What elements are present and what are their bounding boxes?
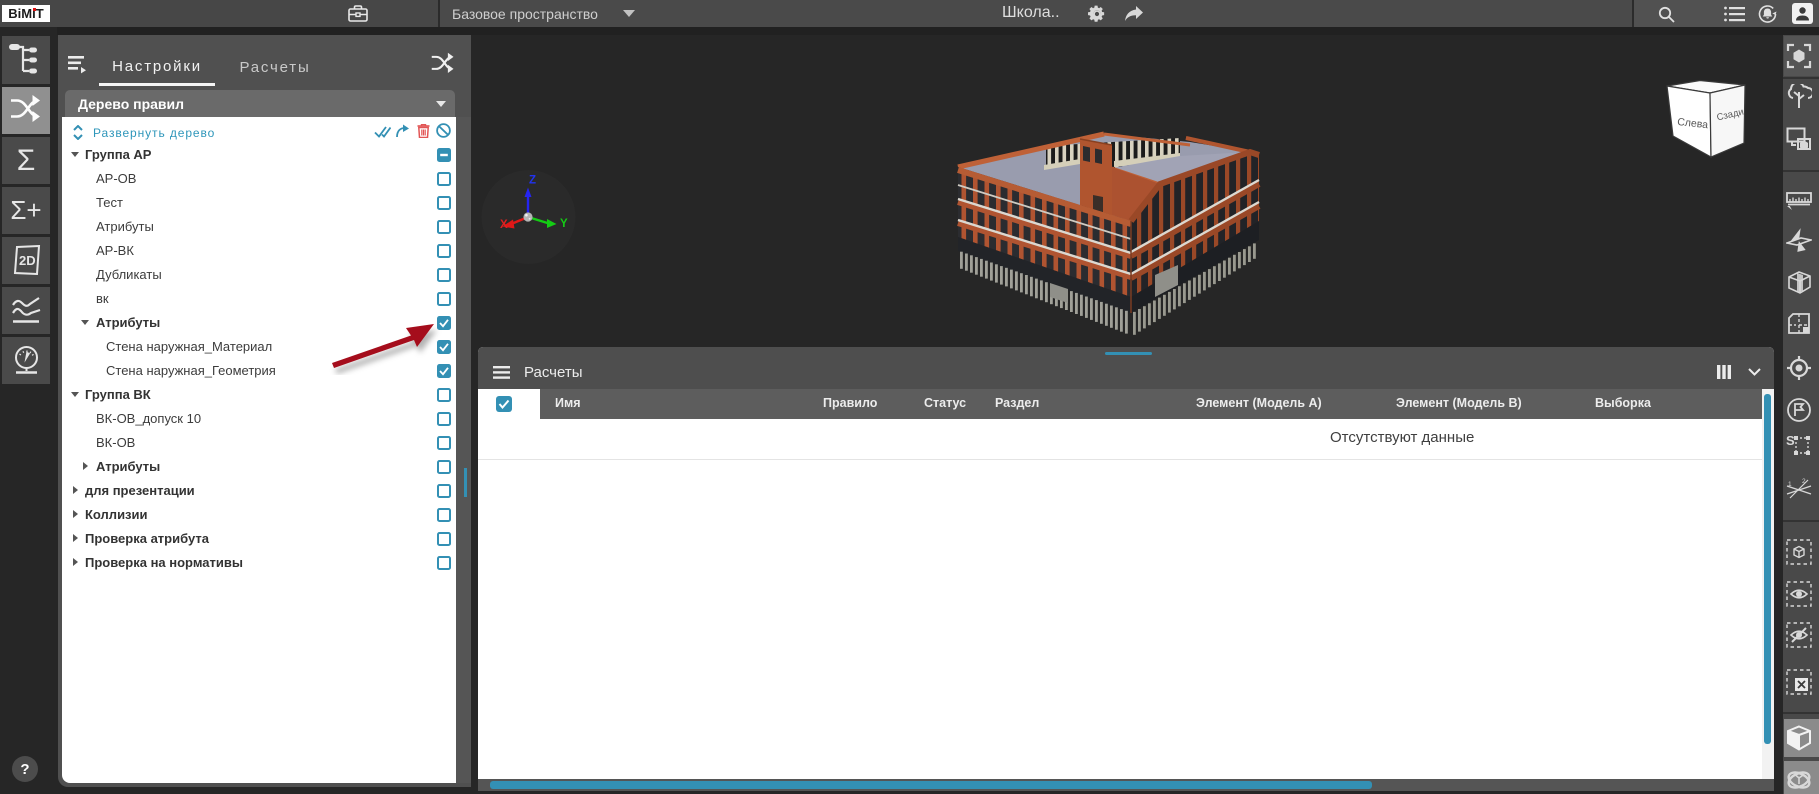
svg-text:Z: Z: [529, 175, 536, 187]
svg-text:X: X: [500, 219, 508, 231]
svg-text:2D: 2D: [19, 253, 36, 268]
svg-text:1: 1: [1788, 481, 1792, 488]
svg-text:2: 2: [1802, 478, 1806, 485]
svg-text:S: S: [1786, 433, 1795, 448]
svg-text:Y: Y: [560, 218, 568, 230]
